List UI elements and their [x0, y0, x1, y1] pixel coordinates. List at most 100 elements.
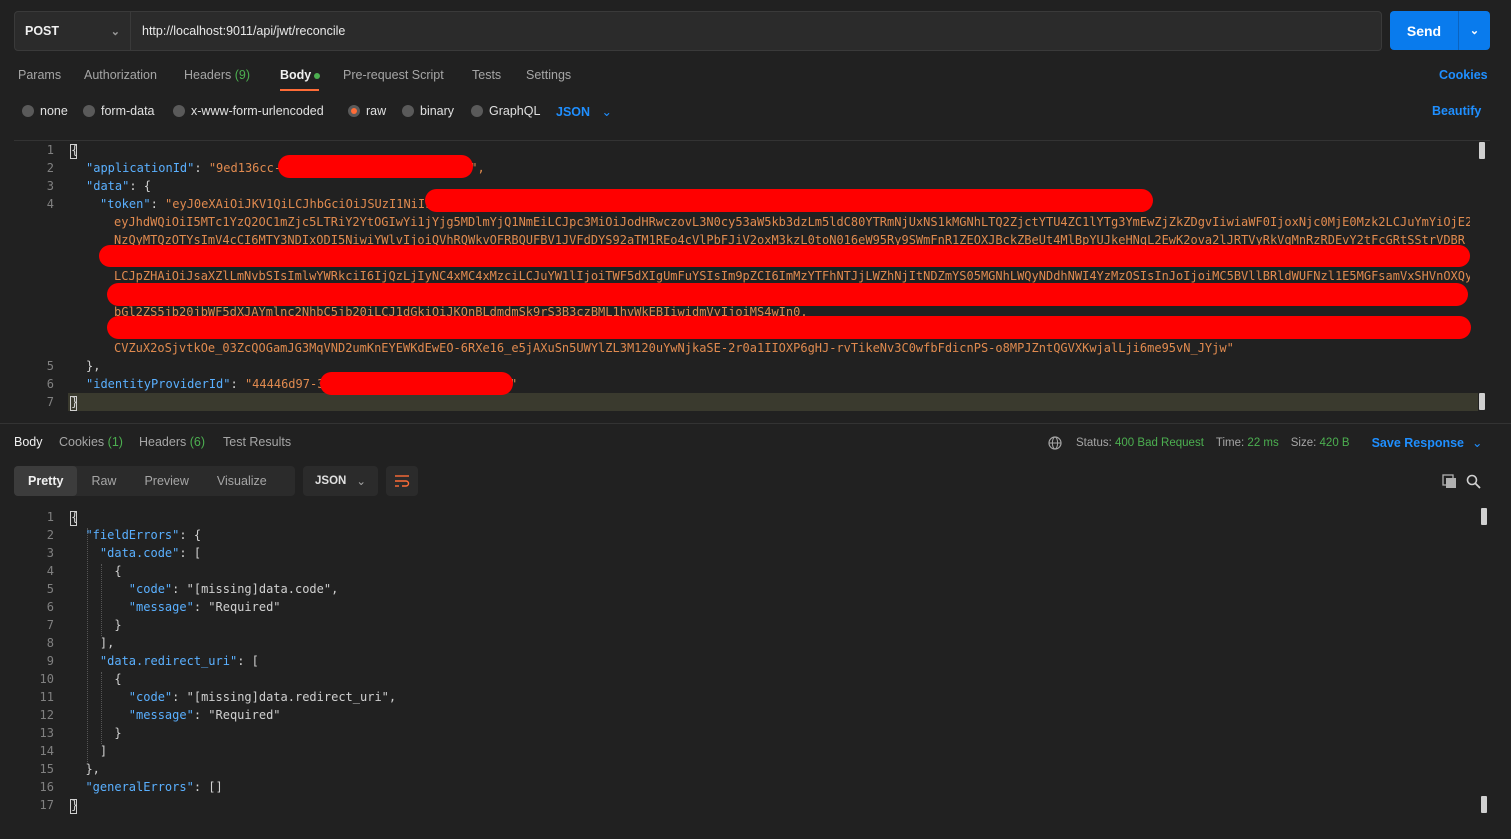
pane-divider[interactable] — [0, 423, 1511, 424]
view-preview[interactable]: Preview — [130, 466, 202, 496]
line-number: 13 — [39, 726, 54, 740]
line-number: 2 — [46, 528, 54, 542]
radio-none-label: none — [40, 104, 68, 118]
code-line: }, — [71, 762, 100, 776]
chevron-down-icon: ⌄ — [356, 476, 366, 488]
json-key: "data" — [86, 179, 130, 193]
response-scrollbar[interactable] — [1481, 508, 1487, 525]
response-format-select[interactable]: JSON ⌄ — [303, 466, 378, 496]
tab-headers-label: Headers — [184, 68, 232, 82]
radio-urlencoded-label: x-www-form-urlencoded — [191, 104, 324, 118]
radio-binary[interactable]: binary — [402, 104, 454, 118]
tab-settings[interactable]: Settings — [526, 68, 571, 82]
tab-authorization[interactable]: Authorization — [84, 68, 157, 82]
editor-scrollbar[interactable] — [1479, 142, 1485, 159]
code-line: "code": "[missing]data.redirect_uri", — [128, 690, 397, 704]
url-input[interactable]: http://localhost:9011/api/jwt/reconcile — [131, 24, 345, 38]
radio-circle-icon — [173, 105, 185, 117]
response-tab-test-results[interactable]: Test Results — [223, 435, 291, 449]
code-line: } — [71, 395, 79, 409]
redaction-mark — [107, 283, 1468, 306]
line-number: 7 — [46, 618, 54, 632]
response-headers-count: (6) — [189, 435, 206, 449]
line-number: 4 — [46, 197, 54, 211]
code-line: { — [71, 564, 122, 578]
code-line: { — [71, 510, 79, 524]
response-view-toggle: Pretty Raw Preview Visualize — [14, 466, 295, 496]
line-number: 8 — [46, 636, 54, 650]
status-value[interactable]: 400 Bad Request — [1115, 437, 1204, 449]
radio-urlencoded[interactable]: x-www-form-urlencoded — [173, 104, 324, 118]
view-pretty[interactable]: Pretty — [14, 466, 78, 496]
method-select[interactable]: POST ⌄ — [15, 12, 131, 50]
radio-circle-icon — [83, 105, 95, 117]
globe-icon — [1048, 435, 1062, 450]
status-label: Status: — [1076, 436, 1112, 449]
body-format-label: JSON — [556, 105, 591, 119]
tab-tests[interactable]: Tests — [472, 68, 501, 82]
line-number: 7 — [46, 395, 54, 409]
code-line: ], — [71, 636, 115, 650]
code-line: "code": "[missing]data.code", — [128, 582, 339, 596]
save-response-button[interactable]: Save Response — [1372, 436, 1464, 450]
code-line: } — [71, 726, 122, 740]
view-raw[interactable]: Raw — [77, 466, 130, 496]
code-line: "identityProviderId": "44446d97-3 — [86, 377, 325, 391]
size-value[interactable]: 420 B — [1320, 437, 1350, 449]
time-value[interactable]: 22 ms — [1247, 437, 1278, 449]
send-label: Send — [1390, 11, 1459, 50]
line-number: 17 — [39, 798, 54, 812]
tab-pre-request-script[interactable]: Pre-request Script — [343, 68, 444, 82]
beautify-button[interactable]: Beautify — [1432, 104, 1481, 118]
code-line: "fieldErrors": { — [85, 528, 202, 542]
line-number: 11 — [39, 690, 54, 704]
body-format-select[interactable]: JSON ⌄ — [556, 104, 612, 119]
wrap-lines-icon[interactable] — [386, 466, 418, 496]
line-number: 9 — [46, 654, 54, 668]
chevron-down-icon[interactable]: ⌄ — [1472, 435, 1482, 450]
token-wrap-line: eyJhdWQiOiI5MTc1YzQ2OC1mZjc5LTRiY2YtOGIw… — [114, 215, 1470, 229]
tab-params[interactable]: Params — [18, 68, 61, 82]
radio-graphql[interactable]: GraphQL — [471, 104, 540, 118]
line-number: 2 — [46, 161, 54, 175]
redaction-mark — [320, 372, 513, 395]
line-number: 14 — [39, 744, 54, 758]
radio-none[interactable]: none — [22, 104, 68, 118]
json-value: "9ed136cc- — [208, 161, 282, 175]
response-status-bar: Status: 400 Bad Request Time: 22 ms Size… — [1048, 435, 1483, 450]
cookies-link[interactable]: Cookies — [1439, 68, 1488, 82]
response-tab-body[interactable]: Body — [14, 435, 43, 449]
send-options-chevron-icon[interactable]: ⌄ — [1459, 11, 1490, 50]
line-number: 15 — [39, 762, 54, 776]
response-format-label: JSON — [315, 475, 347, 487]
json-key: "token" — [100, 197, 151, 211]
radio-form-data[interactable]: form-data — [83, 104, 155, 118]
response-tab-headers-label: Headers — [139, 435, 187, 449]
code-line: { — [71, 143, 79, 157]
json-value: "eyJ0eXAiOiJKV1QiLCJhbGciOiJSUzI1NiIs — [165, 197, 433, 211]
headers-count: (9) — [234, 68, 251, 82]
radio-raw[interactable]: raw — [348, 104, 386, 118]
line-number: 1 — [46, 143, 54, 157]
modified-dot-icon — [314, 72, 321, 79]
editor-scrollbar-thumb[interactable] — [1479, 393, 1485, 410]
line-number: 1 — [46, 510, 54, 524]
send-button[interactable]: Send ⌄ — [1390, 11, 1490, 50]
code-line: "generalErrors": [] — [85, 780, 223, 794]
tab-headers[interactable]: Headers (9) — [184, 68, 250, 82]
copy-icon[interactable] — [1442, 474, 1457, 489]
line-number: 10 — [39, 672, 54, 686]
line-number: 3 — [46, 179, 54, 193]
request-url-bar: POST ⌄ http://localhost:9011/api/jwt/rec… — [14, 11, 1382, 51]
radio-selected-icon — [348, 105, 360, 117]
radio-binary-label: binary — [420, 104, 455, 118]
tab-body[interactable]: Body — [280, 68, 321, 82]
tab-body-label: Body — [280, 68, 312, 82]
chevron-down-icon: ⌄ — [601, 105, 613, 119]
view-visualize[interactable]: Visualize — [203, 466, 281, 496]
search-icon[interactable] — [1466, 474, 1481, 489]
response-tab-cookies[interactable]: Cookies (1) — [59, 435, 123, 449]
response-tab-headers[interactable]: Headers (6) — [139, 435, 205, 449]
cookies-count: (1) — [107, 435, 123, 449]
response-scrollbar-thumb[interactable] — [1481, 796, 1487, 813]
